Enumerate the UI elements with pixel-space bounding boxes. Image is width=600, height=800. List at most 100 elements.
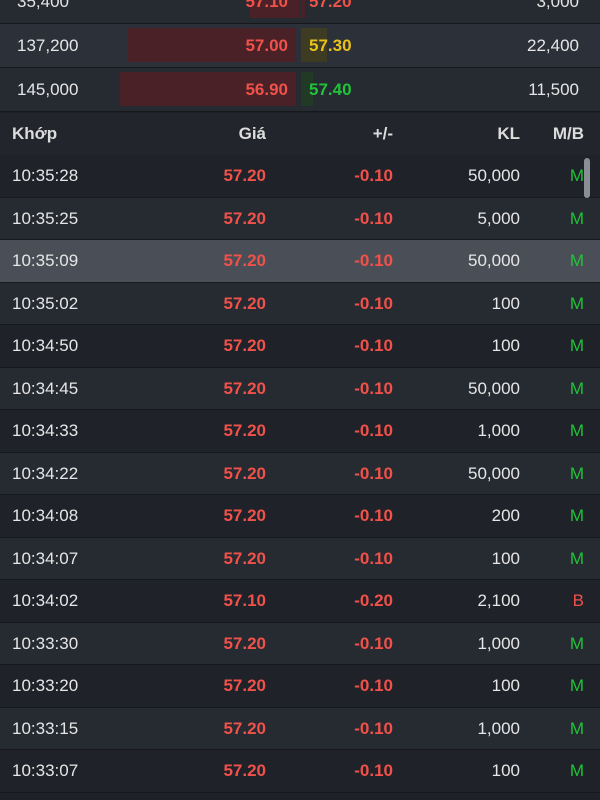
trade-price: 57.20 (223, 676, 266, 695)
trade-row[interactable]: 10:34:33 57.20 -0.10 1,000 M (0, 410, 600, 453)
trade-row[interactable]: 10:35:25 57.20 -0.10 5,000 M (0, 197, 600, 240)
trade-price: 57.20 (223, 633, 266, 653)
trade-time: 10:33:20 (12, 676, 79, 695)
trade-side: M (569, 633, 584, 653)
header-change[interactable]: +/- (373, 113, 393, 155)
trade-side: M (569, 676, 584, 695)
trade-price: 57.20 (223, 463, 266, 483)
trade-row[interactable]: 10:35:09 57.20 -0.10 50,000 M (0, 240, 600, 283)
trade-price: 57.20 (223, 293, 266, 313)
trade-price: 57.20 (223, 166, 266, 185)
trade-row[interactable]: 10:35:28 57.20 -0.10 50,000 M (0, 155, 600, 198)
bid-volume: 145,000 (17, 80, 79, 99)
trade-price: 57.20 (223, 761, 266, 780)
trade-row[interactable]: 10:34:22 57.20 -0.10 50,000 M (0, 452, 600, 495)
header-price[interactable]: Giá (239, 113, 266, 155)
trade-row[interactable]: 10:34:07 57.20 -0.10 100 M (0, 537, 600, 580)
header-volume[interactable]: KL (497, 113, 520, 155)
trade-price: 57.10 (223, 591, 266, 610)
trade-side: M (569, 208, 584, 228)
order-book-row[interactable]: 137,200 57.00 57.30 22,400 (0, 24, 600, 68)
ask-price[interactable]: 57.40 (309, 68, 352, 111)
trade-change: -0.20 (354, 591, 393, 610)
trade-time: 10:34:07 (12, 548, 79, 568)
bid-price[interactable]: 57.10 (245, 0, 288, 23)
trade-volume: 100 (491, 548, 520, 568)
trade-row[interactable]: 10:33:07 57.20 -0.10 100 M (0, 750, 600, 793)
trade-side: M (569, 463, 584, 483)
trade-price: 57.20 (223, 378, 266, 398)
scrollbar-thumb[interactable] (584, 158, 590, 198)
trade-change: -0.10 (354, 676, 393, 695)
trade-time: 10:34:02 (12, 591, 79, 610)
trade-side: M (569, 548, 584, 568)
trade-time: 10:34:22 (12, 463, 79, 483)
trade-volume: 100 (491, 676, 520, 695)
trade-price: 57.20 (223, 251, 266, 270)
trade-time: 10:34:45 (12, 378, 79, 398)
trade-side: M (569, 718, 584, 738)
trade-list: 10:35:28 57.20 -0.10 50,000 M 10:35:25 57.20 -0… (0, 155, 600, 793)
trade-change: -0.10 (354, 633, 393, 653)
trade-time: 10:34:50 (12, 336, 79, 355)
trade-row[interactable]: 10:34:02 57.10 -0.20 2,100 B (0, 580, 600, 623)
trade-time: 10:33:07 (12, 761, 79, 780)
trade-row[interactable]: 10:33:20 57.20 -0.10 100 M (0, 665, 600, 708)
trade-row[interactable]: 10:33:15 57.20 -0.10 1,000 M (0, 707, 600, 750)
trade-volume: 200 (491, 506, 520, 525)
trade-time: 10:35:09 (12, 251, 79, 270)
trade-list-header: Khớp Giá +/- KL M/B (0, 113, 600, 155)
trade-volume: 50,000 (468, 378, 520, 398)
trade-side: M (569, 293, 584, 313)
trade-time: 10:33:30 (12, 633, 79, 653)
trade-row[interactable]: 10:33:30 57.20 -0.10 1,000 M (0, 622, 600, 665)
trade-side: M (569, 421, 584, 440)
order-book: 35,400 57.10 57.20 3,000 137,200 57.00 5… (0, 0, 600, 112)
trade-change: -0.10 (354, 463, 393, 483)
trade-row[interactable]: 10:34:08 57.20 -0.10 200 M (0, 495, 600, 538)
bid-price[interactable]: 56.90 (245, 68, 288, 111)
trade-time: 10:34:33 (12, 421, 79, 440)
ask-volume: 11,500 (528, 80, 579, 99)
trade-change: -0.10 (354, 548, 393, 568)
trade-row[interactable]: 10:34:50 57.20 -0.10 100 M (0, 325, 600, 368)
trade-volume: 100 (491, 761, 520, 780)
trade-side: M (569, 251, 584, 270)
ask-price[interactable]: 57.20 (309, 0, 352, 23)
trade-row[interactable]: 10:34:45 57.20 -0.10 50,000 M (0, 367, 600, 410)
header-side[interactable]: M/B (553, 113, 584, 155)
bid-price[interactable]: 57.00 (245, 24, 288, 67)
trade-change: -0.10 (354, 251, 393, 270)
trade-change: -0.10 (354, 293, 393, 313)
trade-change: -0.10 (354, 336, 393, 355)
trade-change: -0.10 (354, 761, 393, 780)
trade-price: 57.20 (223, 421, 266, 440)
trade-price: 57.20 (223, 548, 266, 568)
ask-volume: 3,000 (536, 0, 579, 11)
trade-row[interactable]: 10:35:02 57.20 -0.10 100 M (0, 282, 600, 325)
bid-volume: 35,400 (17, 0, 69, 11)
trade-volume: 1,000 (477, 421, 520, 440)
trade-time: 10:35:25 (12, 208, 79, 228)
trade-change: -0.10 (354, 378, 393, 398)
trade-time: 10:33:15 (12, 718, 79, 738)
ask-volume: 22,400 (527, 36, 579, 55)
order-book-row[interactable]: 145,000 56.90 57.40 11,500 (0, 68, 600, 112)
trade-volume: 1,000 (477, 718, 520, 738)
bid-volume: 137,200 (17, 36, 79, 55)
trade-side: M (569, 761, 584, 780)
header-time[interactable]: Khớp (12, 113, 57, 155)
trade-change: -0.10 (354, 208, 393, 228)
trade-time: 10:35:02 (12, 293, 79, 313)
trade-change: -0.10 (354, 421, 393, 440)
trade-side: M (569, 378, 584, 398)
trade-side: B (572, 591, 584, 610)
ask-price[interactable]: 57.30 (309, 24, 352, 67)
trade-change: -0.10 (354, 166, 393, 185)
order-book-row[interactable]: 35,400 57.10 57.20 3,000 (0, 0, 600, 24)
trade-volume: 2,100 (477, 591, 520, 610)
trade-price: 57.20 (223, 506, 266, 525)
trade-volume: 50,000 (468, 251, 520, 270)
trade-price: 57.20 (223, 336, 266, 355)
trade-volume: 50,000 (468, 463, 520, 483)
